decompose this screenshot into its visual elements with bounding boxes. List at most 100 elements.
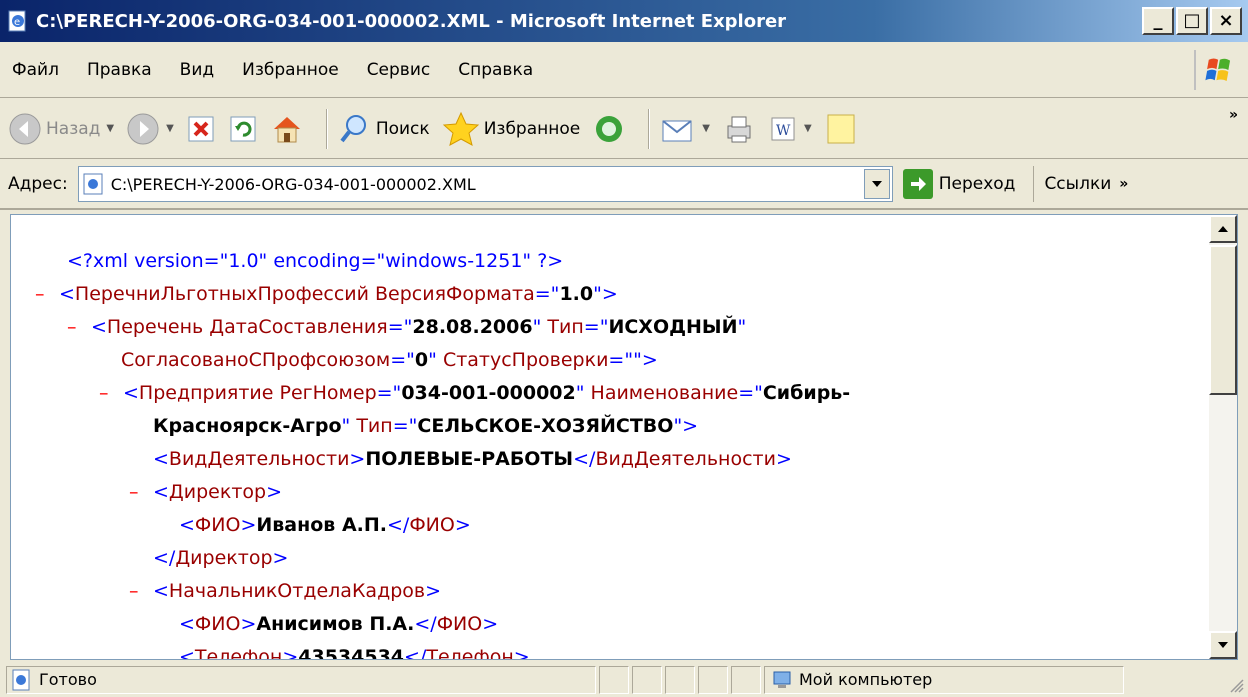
print-button[interactable] [722, 112, 756, 146]
back-button[interactable]: Назад ▼ [8, 112, 114, 146]
menu-file[interactable]: Файл [12, 60, 59, 80]
list-tag-name: Перечень [106, 316, 204, 338]
activity-open-tag: ВидДеятельности [168, 448, 350, 470]
back-dropdown-icon[interactable]: ▼ [106, 123, 114, 134]
phone-value: 43534534 [298, 646, 405, 659]
toolbar-separator-2 [648, 108, 651, 149]
xml-activity-line: <ВидДеятельности>ПОЛЕВЫЕ-РАБОТЫ</ВидДеят… [153, 448, 792, 470]
hr-fio-value: Анисимов П.А. [256, 613, 415, 635]
xml-root-line[interactable]: – <ПеречниЛьготныхПрофессий ВерсияФормата… [11, 278, 1209, 311]
toolbar-more-chevron[interactable]: » [1229, 107, 1238, 123]
collapse-toggle[interactable]: – [99, 377, 123, 410]
root-attr-name: ВерсияФормата [375, 283, 535, 305]
ie-page-icon: e [8, 10, 26, 32]
media-icon [596, 115, 623, 142]
xml-list-line[interactable]: – <Перечень ДатаСоставления="28.08.2006" … [11, 311, 1209, 344]
list-attr3-value: 0 [414, 349, 429, 371]
home-button[interactable] [270, 112, 304, 146]
list-attr1-name: ДатаСоставления [209, 316, 388, 338]
status-pane-3 [665, 665, 695, 694]
window-title: C:\PERECH-Y-2006-ORG-034-001-000002.XML … [36, 10, 787, 32]
vertical-scrollbar[interactable] [1209, 215, 1237, 659]
mail-button[interactable]: ▼ [660, 113, 710, 145]
edit-dropdown-icon[interactable]: ▼ [804, 123, 812, 134]
address-input[interactable]: C:\PERECH-Y-2006-ORG-034-001-000002.XML [77, 166, 893, 202]
director-fio-value: Иванов А.П. [256, 514, 387, 536]
address-dropdown-button[interactable] [863, 169, 890, 199]
xml-pi-text: <?xml version="1.0" encoding="windows-12… [67, 250, 564, 272]
collapse-toggle[interactable]: – [35, 278, 59, 311]
ent-attr3-name: Тип [356, 415, 393, 437]
favorites-star-icon [442, 111, 479, 146]
forward-button[interactable]: ▼ [126, 112, 174, 146]
hr-open-tag: НачальникОтделаКадров [168, 580, 426, 602]
chevron-down-icon [871, 181, 882, 187]
menu-view[interactable]: Вид [180, 60, 214, 80]
ent-attr3-value: СЕЛЬСКОЕ-ХОЗЯЙСТВО [417, 415, 674, 437]
collapse-toggle[interactable]: – [67, 311, 91, 344]
minimize-button[interactable]: _ [1142, 7, 1174, 35]
window-controls: _ □ × [1142, 7, 1242, 35]
menu-favorites[interactable]: Избранное [242, 60, 339, 80]
menu-tools[interactable]: Сервис [367, 60, 431, 80]
root-attr-value: 1.0 [559, 283, 594, 305]
fio-open-tag: ФИО [194, 613, 241, 635]
fio-close-tag: ФИО [409, 514, 455, 536]
arrow-down-icon [1218, 642, 1228, 648]
xml-director-fio-line: <ФИО>Иванов А.П.</ФИО> [179, 514, 471, 536]
edit-word-button[interactable]: W ▼ [768, 114, 812, 144]
links-button[interactable]: Ссылки » [1033, 166, 1128, 202]
xml-declaration: <?xml version="1.0" encoding="windows-12… [11, 245, 1209, 278]
resize-grip-icon[interactable] [1228, 677, 1244, 693]
maximize-button[interactable]: □ [1176, 7, 1208, 35]
collapse-toggle[interactable]: – [129, 575, 153, 608]
search-icon [340, 114, 366, 142]
go-label: Переход [938, 174, 1016, 194]
activity-value: ПОЛЕВЫЕ-РАБОТЫ [365, 448, 574, 470]
mail-dropdown-icon[interactable]: ▼ [702, 123, 710, 134]
go-button[interactable]: Переход [902, 169, 1016, 199]
svg-text:e: e [14, 17, 20, 28]
status-message: Готово [6, 665, 596, 694]
activity-close-tag: ВидДеятельности [595, 448, 776, 470]
refresh-icon [230, 116, 256, 141]
scroll-down-button[interactable] [1209, 631, 1237, 659]
close-button[interactable]: × [1210, 7, 1242, 35]
xml-hr-line[interactable]: – <НачальникОтделаКадров> [11, 575, 1209, 608]
xml-enterprise-line[interactable]: – <Предприятие РегНомер="034-001-000002" … [11, 377, 1209, 410]
search-button[interactable]: Поиск [338, 112, 430, 146]
ent-attr1-value: 034-001-000002 [401, 382, 576, 404]
title-bar[interactable]: e C:\PERECH-Y-2006-ORG-034-001-000002.XM… [0, 0, 1248, 42]
stop-button[interactable] [186, 114, 216, 144]
xml-director-close-line: </Директор> [153, 547, 289, 569]
scroll-up-button[interactable] [1209, 215, 1237, 243]
xml-hr-fio-line: <ФИО>Анисимов П.А.</ФИО> [179, 613, 499, 635]
favorites-button[interactable]: Избранное [442, 111, 581, 147]
xml-director-line[interactable]: – <Директор> [11, 476, 1209, 509]
links-more-chevron[interactable]: » [1119, 176, 1128, 192]
refresh-button[interactable] [228, 114, 258, 144]
collapse-toggle[interactable]: – [129, 476, 153, 509]
xml-page-icon [83, 173, 103, 195]
xml-enterprise-line-cont: Красноярск-Агро" Тип="СЕЛЬСКОЕ-ХОЗЯЙСТВО… [153, 415, 699, 437]
security-zone[interactable]: Мой компьютер [764, 665, 1124, 694]
home-icon [273, 116, 300, 142]
list-attr2-name: Тип [547, 316, 584, 338]
favorites-label: Избранное [483, 118, 581, 139]
media-button[interactable] [592, 112, 626, 146]
back-label: Назад [46, 118, 101, 139]
menu-edit[interactable]: Правка [87, 60, 152, 80]
arrow-up-icon [1218, 226, 1228, 232]
discuss-button[interactable] [824, 112, 858, 146]
menu-help[interactable]: Справка [458, 60, 533, 80]
list-attr4-name: СтатусПроверки [442, 349, 609, 371]
links-label: Ссылки [1044, 174, 1112, 194]
director-open-tag: Директор [168, 481, 267, 503]
ent-attr2-name: Наименование [590, 382, 739, 404]
forward-dropdown-icon[interactable]: ▼ [166, 123, 174, 134]
mail-icon [662, 119, 692, 141]
list-attr2-value: ИСХОДНЫЙ [608, 316, 738, 338]
address-label: Адрес: [8, 174, 68, 194]
minimize-glyph: _ [1153, 10, 1163, 31]
scroll-thumb[interactable] [1209, 245, 1237, 395]
